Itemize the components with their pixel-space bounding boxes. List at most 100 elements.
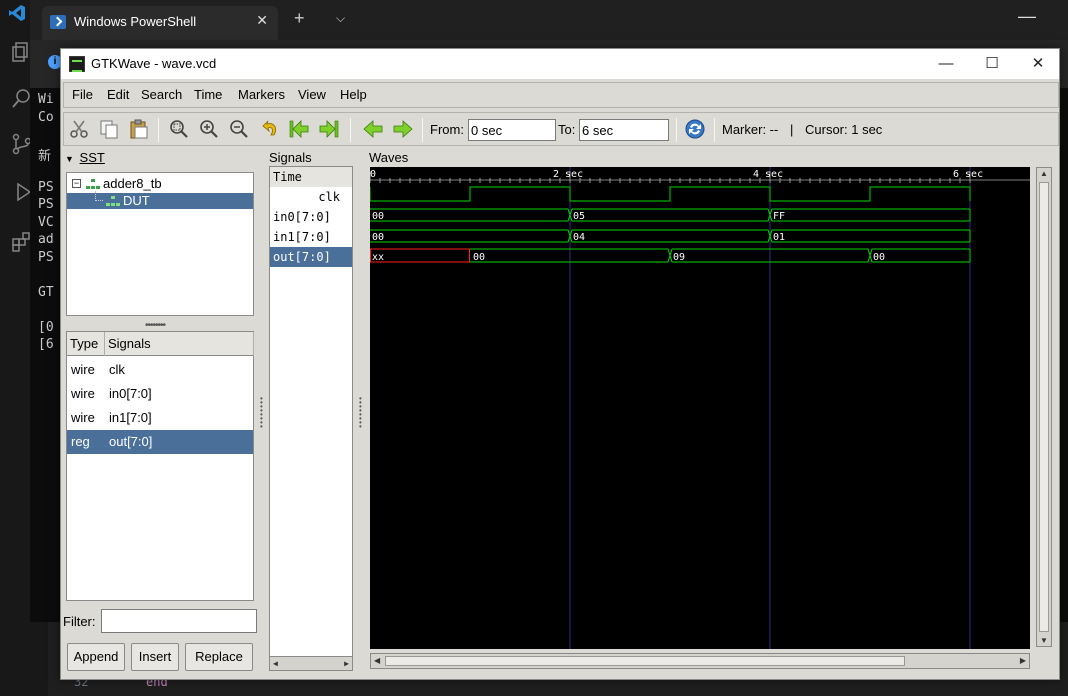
- paste-icon[interactable]: [128, 118, 150, 140]
- powershell-titlebar: Windows PowerShell ✕ + ⌵ —: [30, 0, 1068, 40]
- scroll-right-arrow-icon[interactable]: ▶: [344, 659, 349, 668]
- gtkwave-app-icon: [69, 56, 85, 72]
- signal-row[interactable]: wire in0[7:0]: [67, 382, 253, 406]
- from-input[interactable]: [468, 119, 556, 141]
- collapse-icon[interactable]: −: [72, 179, 81, 188]
- signal-name: in0[7:0]: [109, 386, 152, 401]
- insert-button[interactable]: Insert: [131, 643, 179, 671]
- clk-waveform[interactable]: [369, 186, 971, 202]
- zoom-to-start-icon[interactable]: [288, 118, 310, 140]
- signal-name: in1[7:0]: [109, 410, 152, 425]
- scroll-left-arrow-icon[interactable]: ◀: [273, 659, 278, 668]
- menu-time[interactable]: Time: [194, 87, 222, 102]
- menu-help[interactable]: Help: [340, 87, 367, 102]
- scrollbar-thumb[interactable]: [385, 656, 905, 666]
- menu-bar: File Edit Search Time Markers View Help: [63, 82, 1059, 108]
- waves-pane-title: Waves: [369, 150, 409, 165]
- module-icon: [86, 179, 100, 189]
- maximize-button[interactable]: ☐: [979, 53, 1005, 75]
- bus-value: FF: [773, 211, 785, 222]
- readout-separator: |: [790, 122, 794, 137]
- menu-file[interactable]: File: [72, 87, 93, 102]
- from-label: From:: [430, 122, 464, 137]
- new-tab-button[interactable]: +: [294, 8, 305, 28]
- tick-label: 2 sec: [553, 169, 583, 180]
- column-type[interactable]: Type: [67, 332, 105, 356]
- chevron-down-icon[interactable]: ⌵: [336, 8, 345, 28]
- scroll-right-icon[interactable]: [392, 118, 414, 140]
- close-tab-icon[interactable]: ✕: [256, 12, 268, 29]
- minimize-button[interactable]: —: [933, 53, 959, 75]
- zoom-in-icon[interactable]: [198, 118, 220, 140]
- gtkwave-window: GTKWave - wave.vcd — ☐ ✕ File Edit Searc…: [60, 48, 1060, 680]
- scroll-down-arrow-icon[interactable]: ▼: [1040, 636, 1048, 645]
- toolbar: From: To: Marker: -- | Cursor: 1 sec: [63, 112, 1059, 146]
- undo-zoom-icon[interactable]: [260, 118, 282, 140]
- bus-value: 01: [773, 232, 785, 243]
- signal-row[interactable]: wire in1[7:0]: [67, 406, 253, 430]
- pane-resize-handle[interactable]: ••••••••: [260, 395, 264, 431]
- zoom-out-icon[interactable]: [228, 118, 250, 140]
- waveform-svg: 0 2 sec 4 sec 6 sec 00 05 FF 00 04 01 xx…: [369, 167, 1030, 649]
- copy-icon[interactable]: [98, 118, 120, 140]
- append-button[interactable]: Append: [67, 643, 125, 671]
- signal-type: wire: [71, 410, 95, 425]
- tick-label: 4 sec: [753, 169, 783, 180]
- tree-item-label: adder8_tb: [103, 176, 162, 191]
- to-label: To:: [558, 122, 576, 137]
- hierarchy-tree: − adder8_tb DUT: [66, 172, 254, 316]
- scroll-right-arrow-icon[interactable]: ▶: [1020, 656, 1026, 665]
- time-row-label: Time: [270, 167, 352, 187]
- signal-name-clk[interactable]: clk: [270, 187, 352, 207]
- bus-value: 00: [873, 252, 885, 263]
- signal-name-out[interactable]: out[7:0]: [270, 247, 352, 267]
- reload-icon[interactable]: [684, 118, 706, 140]
- filter-label: Filter:: [63, 614, 96, 629]
- signal-name-in1[interactable]: in1[7:0]: [270, 227, 352, 247]
- scroll-left-icon[interactable]: [362, 118, 384, 140]
- replace-button[interactable]: Replace: [185, 643, 253, 671]
- scroll-left-arrow-icon[interactable]: ◀: [374, 656, 380, 665]
- tree-item-adder8-tb[interactable]: − adder8_tb: [67, 176, 253, 192]
- sst-header[interactable]: ▼ SST: [65, 150, 105, 165]
- minimize-icon[interactable]: —: [1018, 6, 1036, 27]
- out-waveform[interactable]: xx 00 09 00: [370, 248, 971, 263]
- column-signals[interactable]: Signals: [105, 332, 254, 356]
- tree-item-dut[interactable]: DUT: [67, 191, 253, 209]
- cursor-readout: Cursor: 1 sec: [805, 122, 883, 137]
- zoom-to-end-icon[interactable]: [318, 118, 340, 140]
- cut-icon[interactable]: [68, 118, 90, 140]
- signal-name: out[7:0]: [109, 434, 153, 449]
- tree-connector: [95, 191, 103, 201]
- bus-value: 00: [372, 232, 384, 243]
- signal-name-in0[interactable]: in0[7:0]: [270, 207, 352, 227]
- waves-vscrollbar[interactable]: ▲ ▼: [1036, 167, 1052, 647]
- menu-edit[interactable]: Edit: [107, 87, 129, 102]
- bus-value: 00: [372, 211, 384, 222]
- powershell-icon: [50, 15, 66, 29]
- waves-hscrollbar[interactable]: ◀ ▶: [370, 653, 1030, 669]
- signal-row[interactable]: reg out[7:0]: [67, 430, 253, 454]
- filter-input[interactable]: [101, 609, 257, 633]
- to-input[interactable]: [579, 119, 669, 141]
- signals-hscrollbar[interactable]: ◀ ▶: [270, 656, 352, 670]
- menu-markers[interactable]: Markers: [238, 87, 285, 102]
- menu-search[interactable]: Search: [141, 87, 182, 102]
- signal-row[interactable]: wire clk: [67, 358, 253, 382]
- zoom-fit-icon[interactable]: [168, 118, 190, 140]
- marker-readout: Marker: --: [722, 122, 779, 137]
- pane-resize-handle[interactable]: ••••••••: [359, 395, 363, 431]
- scroll-up-arrow-icon[interactable]: ▲: [1040, 169, 1048, 178]
- in0-waveform[interactable]: 00 05 FF: [370, 208, 971, 222]
- close-button[interactable]: ✕: [1025, 53, 1051, 75]
- pane-resize-handle[interactable]: ••••••••: [145, 320, 166, 331]
- powershell-tab[interactable]: Windows PowerShell ✕: [42, 6, 278, 40]
- in1-waveform[interactable]: 00 04 01: [370, 229, 971, 243]
- waveform-canvas[interactable]: 0 2 sec 4 sec 6 sec 00 05 FF 00 04 01 xx…: [369, 167, 1030, 649]
- signal-type: wire: [71, 386, 95, 401]
- toolbar-separator: [158, 118, 159, 142]
- scrollbar-thumb[interactable]: [1039, 182, 1049, 632]
- undefined-region: [370, 248, 470, 263]
- menu-view[interactable]: View: [298, 87, 326, 102]
- bus-value: 04: [573, 232, 585, 243]
